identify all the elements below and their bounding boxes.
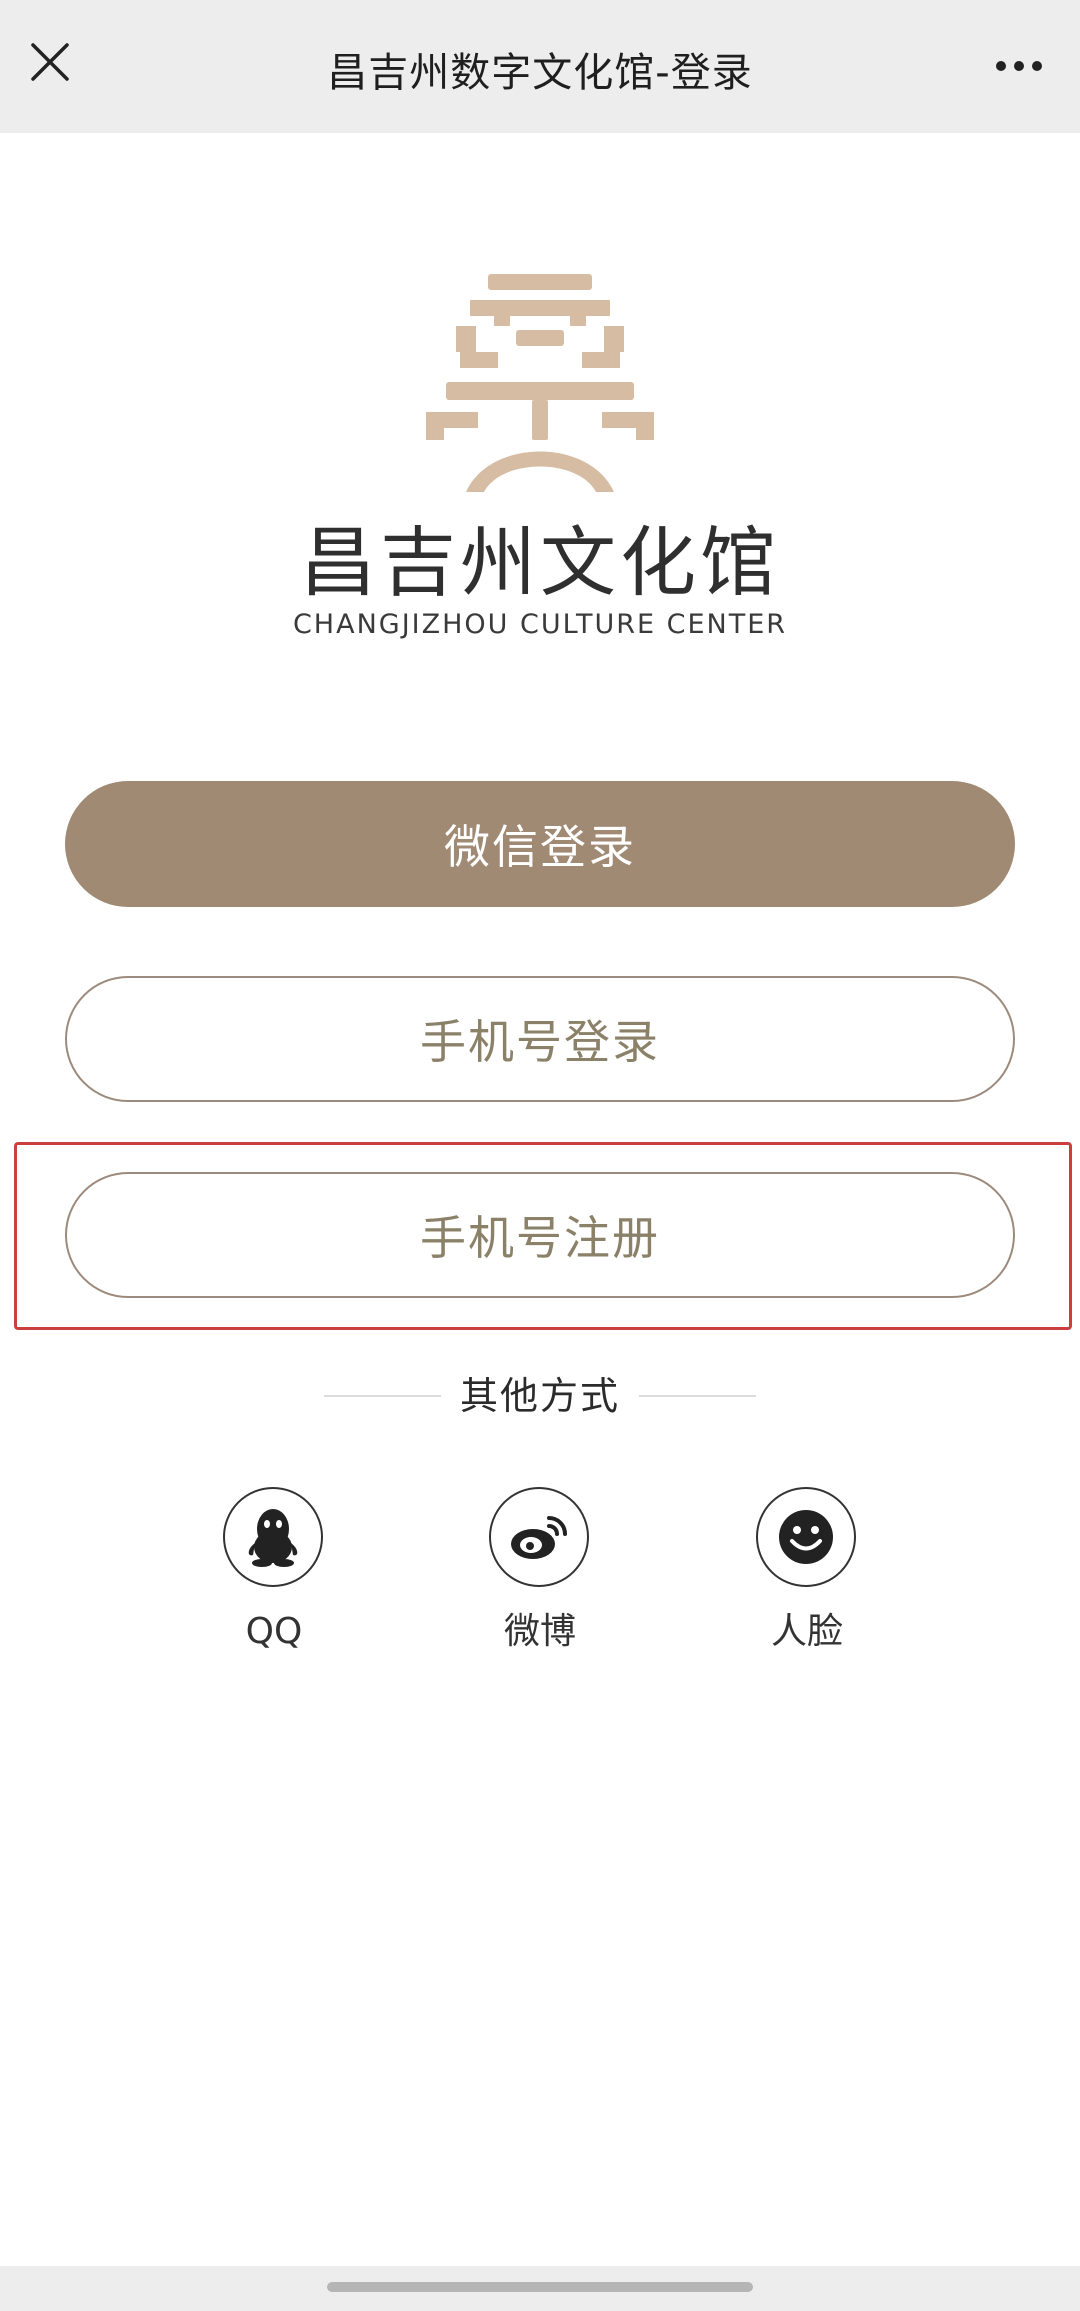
home-indicator[interactable] [327,2282,753,2292]
more-icon[interactable] [988,46,1050,86]
face-login-option[interactable]: 人脸 [727,1487,887,1667]
divider-line-right [639,1395,756,1397]
weibo-label: 微博 [503,1611,576,1652]
other-methods-label: 其他方式 [459,1374,620,1418]
other-methods-divider: 其他方式 [320,1368,760,1424]
close-icon[interactable] [24,36,76,88]
qq-penguin-icon[interactable] [223,1487,323,1587]
face-label: 人脸 [770,1611,843,1652]
face-icon[interactable] [756,1487,856,1587]
qq-login-option[interactable]: QQ [194,1487,354,1667]
culture-center-logo-mark [420,270,660,495]
logo-name-cn: 昌吉州文化馆 [300,518,780,607]
logo-name-en: CHANGJIZHOU CULTURE CENTER [292,609,788,640]
top-navbar: 昌吉州数字文化馆-登录 [0,0,1080,133]
phone-login-button[interactable]: 手机号登录 [65,976,1015,1102]
divider-line-left [324,1395,441,1397]
wechat-login-button[interactable]: 微信登录 [65,781,1015,907]
weibo-icon[interactable] [489,1487,589,1587]
page-title: 昌吉州数字文化馆-登录 [327,50,753,96]
phone-register-button[interactable]: 手机号注册 [65,1172,1015,1298]
qq-label: QQ [245,1611,303,1652]
weibo-login-option[interactable]: 微博 [460,1487,620,1667]
